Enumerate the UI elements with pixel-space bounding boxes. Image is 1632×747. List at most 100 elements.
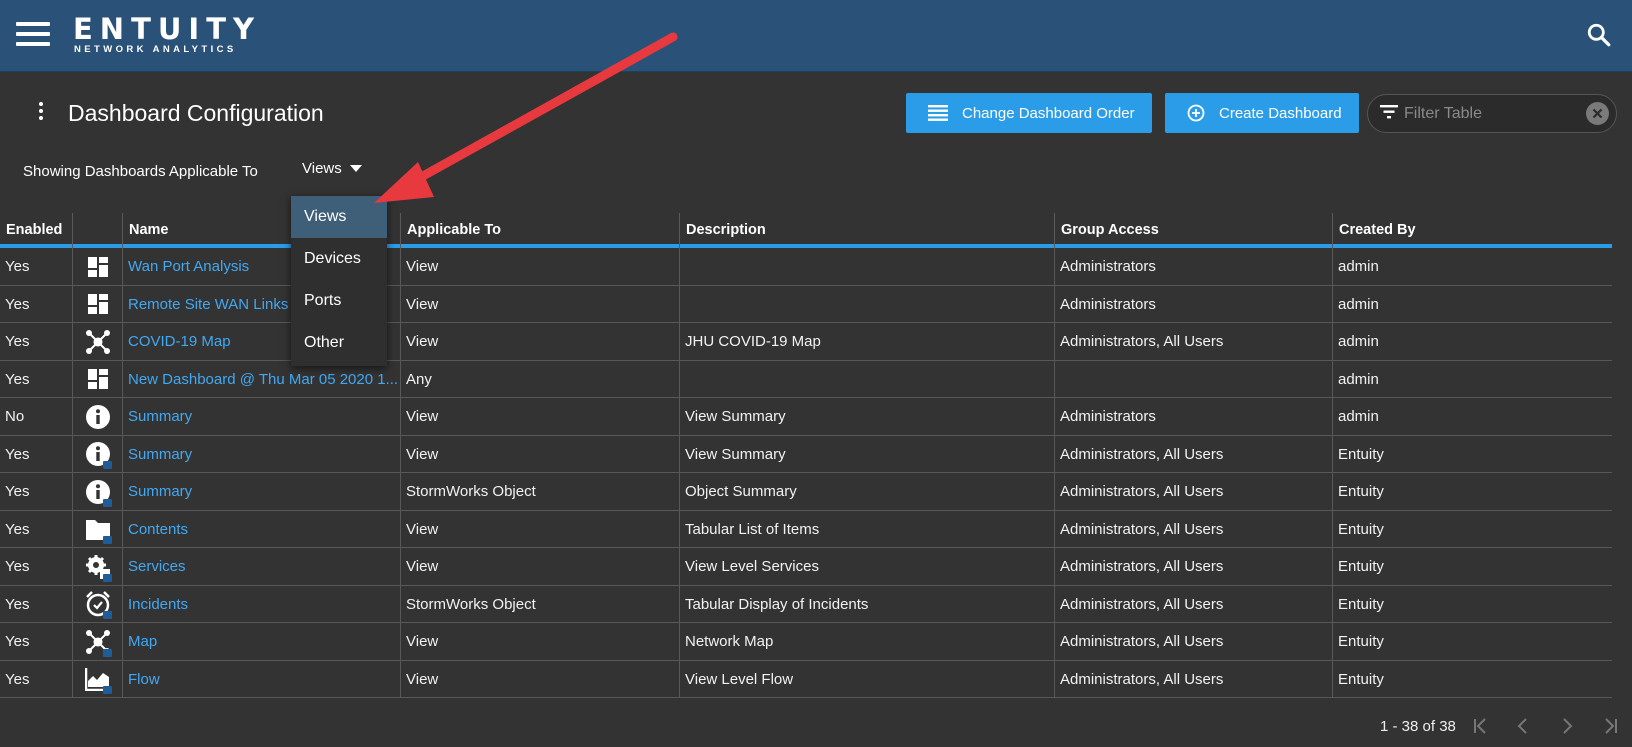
lock-icon [103, 536, 112, 544]
cell-enabled: Yes [0, 285, 73, 323]
cell-applicable-to: View [401, 285, 680, 323]
cell-enabled: Yes [0, 660, 73, 698]
dashboard-name-link[interactable]: Incidents [123, 585, 401, 623]
cell-description: View Summary [680, 435, 1055, 473]
cell-group-access: Administrators, All Users [1055, 623, 1333, 661]
cell-icon [73, 660, 123, 698]
table-row[interactable]: Yes COVID-19 Map View JHU COVID-19 Map Admin… [0, 323, 1612, 361]
cell-created-by: Entuity [1338, 445, 1384, 463]
dashboard-name-link[interactable]: Map [123, 623, 401, 661]
network-map-icon [85, 329, 111, 355]
applicable-to-selected-value: Views [302, 160, 342, 177]
cell-enabled: Yes [0, 473, 73, 511]
filter-table-input[interactable] [1404, 101, 1574, 127]
dashboard-grid-icon [87, 256, 108, 277]
table-row[interactable]: No Summary View View Summary Administrators a… [0, 398, 1612, 436]
cell-description: Tabular List of Items [680, 510, 1055, 548]
hamburger-menu-icon[interactable] [16, 22, 50, 46]
change-dashboard-order-button[interactable]: Change Dashboard Order [906, 93, 1152, 133]
cell-icon [73, 548, 123, 586]
list-icon [928, 105, 948, 121]
applicable-to-select[interactable]: Views [302, 160, 362, 177]
column-header-created-by[interactable]: Created By [1333, 213, 1612, 248]
table-body: Yes Wan Port Analysis View Administrators ad… [0, 248, 1612, 698]
cell-applicable-to: View [401, 660, 680, 698]
lock-icon [103, 498, 112, 507]
cell-icon [73, 360, 123, 398]
dashboard-grid-icon [87, 294, 108, 315]
table-row[interactable]: Yes New Dashboard @ Thu Mar 05 2020 1... A… [0, 360, 1612, 398]
showing-dashboards-label: Showing Dashboards Applicable To [23, 163, 258, 180]
dashboard-name-link[interactable]: New Dashboard @ Thu Mar 05 2020 1... [123, 360, 401, 398]
last-page-icon[interactable] [1601, 718, 1619, 734]
cell-enabled: Yes [0, 360, 73, 398]
page-title: Dashboard Configuration [68, 100, 324, 126]
dashboard-name-link[interactable]: Flow [123, 660, 401, 698]
cell-created-by: admin [1338, 295, 1379, 313]
annotation-arrow [374, 32, 678, 203]
create-dashboard-button[interactable]: Create Dashboard [1165, 93, 1359, 133]
column-header-applicable-to[interactable]: Applicable To [401, 213, 680, 248]
cell-description: View Level Services [680, 548, 1055, 586]
top-bar: ENTUITY NETWORK ANALYTICS [0, 0, 1632, 72]
cell-created-by: Entuity [1338, 595, 1384, 613]
cell-group-access: Administrators [1055, 398, 1333, 436]
dashboard-name-link[interactable]: Summary [123, 473, 401, 511]
cell-created-by: admin [1338, 370, 1379, 388]
filter-icon [1380, 105, 1398, 119]
cell-group-access: Administrators [1055, 248, 1333, 286]
cell-enabled: Yes [0, 248, 73, 286]
table-row[interactable]: Yes Map View Network Map Administrators, All… [0, 623, 1612, 661]
cell-description: Object Summary [680, 473, 1055, 511]
info-icon [85, 404, 111, 430]
cell-icon [73, 398, 123, 436]
cell-applicable-to: Any [401, 360, 680, 398]
table-row[interactable]: Yes Incidents StormWorks Object Tabular Dis… [0, 585, 1612, 623]
cell-created-by: Entuity [1338, 520, 1384, 538]
cell-applicable-to: View [401, 548, 680, 586]
cell-enabled: Yes [0, 510, 73, 548]
cell-icon [73, 435, 123, 473]
dashboard-name-link[interactable]: Services [123, 548, 401, 586]
cell-applicable-to: View [401, 510, 680, 548]
dashboards-table: Enabled Name Applicable To Description G… [0, 213, 1612, 698]
cell-group-access: Administrators, All Users [1055, 435, 1333, 473]
cell-description [680, 248, 1055, 286]
cell-applicable-to: View [401, 323, 680, 361]
dashboard-name-link[interactable]: Summary [123, 435, 401, 473]
cell-enabled: Yes [0, 323, 73, 361]
brand-subtitle: NETWORK ANALYTICS [74, 44, 237, 55]
cell-created-by: Entuity [1338, 670, 1384, 688]
dropdown-option-other[interactable]: Other [291, 322, 387, 364]
previous-page-icon[interactable] [1516, 718, 1530, 734]
dropdown-option-ports[interactable]: Ports [291, 280, 387, 322]
column-header-group-access[interactable]: Group Access [1055, 213, 1333, 248]
search-icon[interactable] [1586, 22, 1612, 48]
column-header-enabled[interactable]: Enabled [0, 213, 73, 248]
cell-created-by: Entuity [1338, 633, 1384, 650]
table-row[interactable]: Yes Summary View View Summary Administrators… [0, 435, 1612, 473]
clear-filter-icon[interactable] [1586, 102, 1609, 125]
lock-icon [103, 611, 112, 619]
table-row[interactable]: Yes Remote Site WAN Links View Administrato… [0, 285, 1612, 323]
dropdown-option-devices[interactable]: Devices [291, 238, 387, 280]
table-row[interactable]: Yes Summary StormWorks Object Object Summar… [0, 473, 1612, 511]
table-row[interactable]: Yes Contents View Tabular List of Items Admi… [0, 510, 1612, 548]
table-row[interactable]: Yes Services View View Level Services Admini… [0, 548, 1612, 586]
dashboard-name-link[interactable]: Contents [123, 510, 401, 548]
lock-icon [103, 686, 112, 694]
next-page-icon[interactable] [1560, 718, 1574, 734]
table-row[interactable]: Yes Flow View View Level Flow Administrators… [0, 660, 1612, 698]
first-page-icon[interactable] [1472, 718, 1490, 734]
column-header-description[interactable]: Description [680, 213, 1055, 248]
cell-applicable-to: StormWorks Object [401, 585, 680, 623]
more-options-icon[interactable] [34, 102, 48, 126]
applicable-to-dropdown-menu: Views Devices Ports Other [291, 196, 387, 366]
cell-applicable-to: View [401, 623, 680, 661]
cell-enabled: Yes [0, 435, 73, 473]
dashboard-name-link[interactable]: Summary [123, 398, 401, 436]
filter-table-box [1367, 94, 1617, 133]
table-row[interactable]: Yes Wan Port Analysis View Administrators ad… [0, 248, 1612, 286]
create-dashboard-label: Create Dashboard [1219, 104, 1342, 122]
lock-icon [103, 648, 112, 657]
